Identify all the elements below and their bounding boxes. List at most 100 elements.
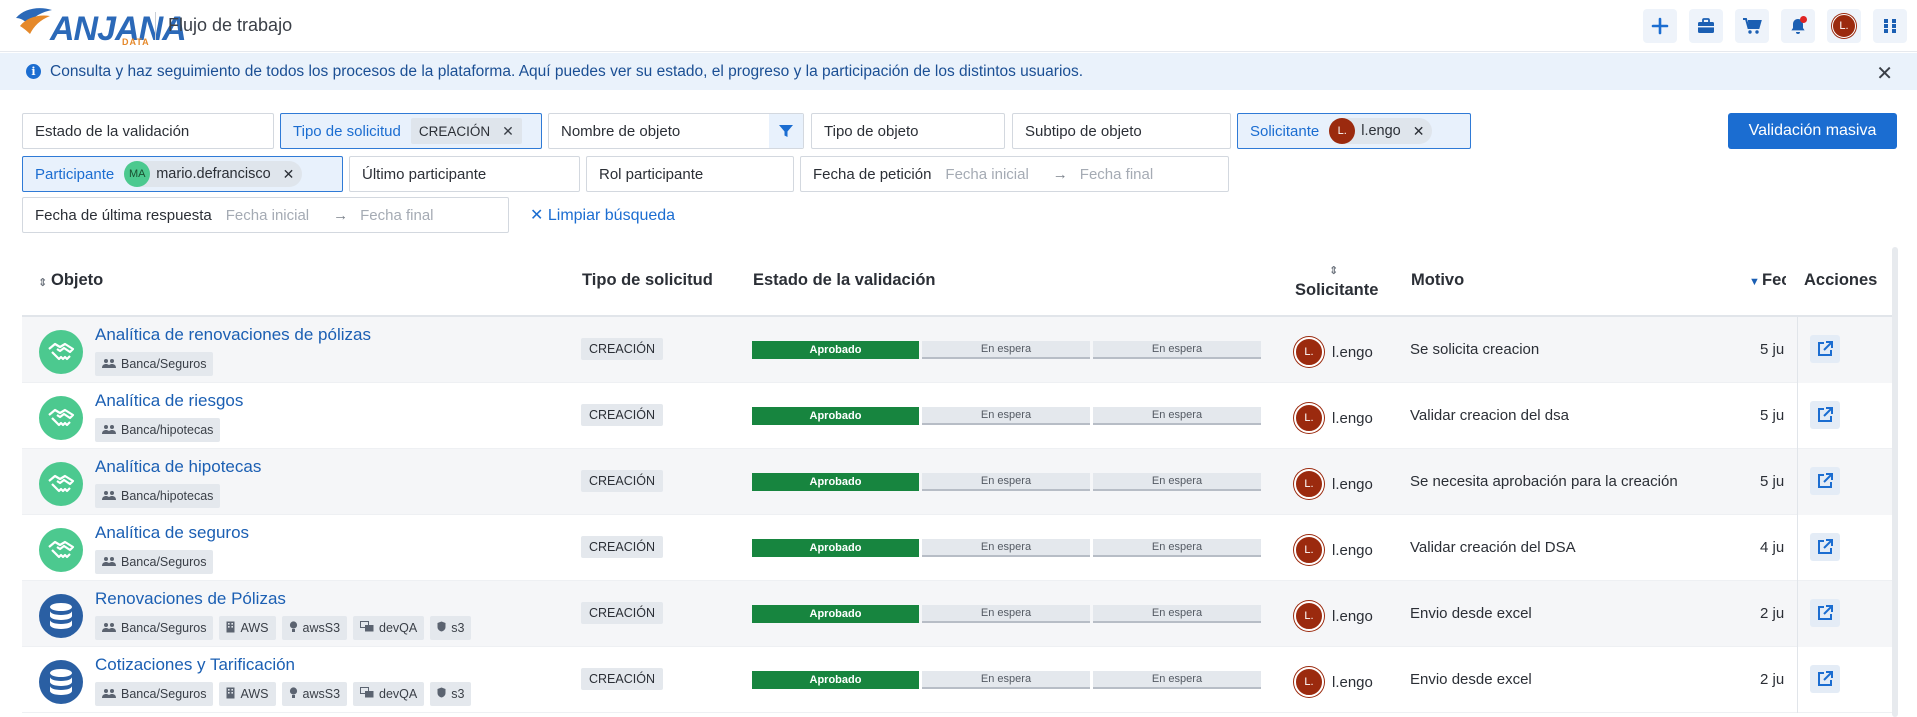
col-objeto[interactable]: Objeto: [51, 271, 103, 290]
filter-fecha-ultima[interactable]: Fecha de última respuesta Fecha inicial …: [22, 197, 509, 233]
filter-participante[interactable]: Participante MA mario.defrancisco ✕: [22, 156, 343, 192]
object-link[interactable]: Analítica de seguros: [95, 523, 249, 543]
user-avatar: L.: [1832, 14, 1856, 38]
briefcase-icon: [1698, 18, 1714, 33]
apps-button[interactable]: [1873, 9, 1907, 43]
table-row[interactable]: Cotizaciones y Tarificación Banca/Seguro…: [22, 647, 1897, 713]
database-icon: [39, 660, 83, 704]
filter-ultimo-participante[interactable]: Último participante: [349, 156, 580, 192]
sort-desc-icon[interactable]: ▼: [1749, 276, 1760, 288]
col-solicitante[interactable]: Solicitante: [1295, 281, 1378, 300]
actions-cell: [1797, 647, 1897, 713]
close-icon: ✕: [530, 207, 548, 224]
date-text: 5 jun: [1760, 473, 1784, 490]
request-type-badge: CREACIÓN: [581, 668, 663, 690]
filter-chip-user: MA mario.defrancisco ✕: [124, 161, 303, 187]
avatar: L.: [1294, 337, 1324, 367]
tag-list: Banca/Seguros AWS awsS3 devQA s3: [95, 682, 472, 706]
object-link[interactable]: Analítica de hipotecas: [95, 457, 261, 477]
status-step-pending: En espera: [922, 539, 1090, 557]
filter-rol-participante[interactable]: Rol participante: [586, 156, 794, 192]
filter-subtipo-objeto[interactable]: Subtipo de objeto: [1012, 113, 1231, 149]
object-link[interactable]: Cotizaciones y Tarificación: [95, 655, 295, 675]
date-text: 5 jun: [1760, 341, 1784, 358]
sort-icon[interactable]: ⇕: [1329, 264, 1338, 277]
sort-icon[interactable]: ⇕: [38, 276, 47, 289]
status-step-approved: Aprobado: [752, 671, 919, 689]
open-external-icon[interactable]: [1810, 467, 1840, 495]
col-motivo[interactable]: Motivo: [1411, 271, 1464, 290]
filter-tipo-objeto[interactable]: Tipo de objeto: [811, 113, 1005, 149]
col-estado[interactable]: Estado de la validación: [753, 271, 935, 290]
date-start-input[interactable]: Fecha inicial: [226, 207, 309, 224]
object-link[interactable]: Renovaciones de Pólizas: [95, 589, 286, 609]
date-end-input[interactable]: Fecha final: [1080, 166, 1153, 183]
add-button[interactable]: [1643, 9, 1677, 43]
status-step-approved: Aprobado: [752, 473, 919, 491]
wing-icon: [16, 8, 52, 34]
col-fecha[interactable]: Fec: [1762, 271, 1786, 290]
filter-estado[interactable]: Estado de la validación: [22, 113, 274, 149]
tag: Banca/Seguros: [95, 616, 214, 640]
close-icon[interactable]: ✕: [1876, 61, 1893, 86]
open-external-icon[interactable]: [1810, 335, 1840, 363]
col-tipo[interactable]: Tipo de solicitud: [582, 271, 713, 290]
funnel-icon[interactable]: [769, 114, 803, 148]
open-external-icon[interactable]: [1810, 401, 1840, 429]
tag: awsS3: [281, 616, 348, 640]
tag-icon: [360, 621, 374, 635]
object-link[interactable]: Analítica de renovaciones de pólizas: [95, 325, 371, 345]
object-link[interactable]: Analítica de riesgos: [95, 391, 243, 411]
tag: Banca/Seguros: [95, 352, 214, 376]
open-external-icon[interactable]: [1810, 533, 1840, 561]
anjana-logo[interactable]: ANJANA DATA: [14, 4, 187, 48]
filter-solicitante[interactable]: Solicitante L. l.engo ✕: [1237, 113, 1471, 149]
tag-icon: [102, 687, 116, 701]
chip-close-icon[interactable]: ✕: [502, 123, 514, 140]
top-bar: ANJANA DATA Flujo de trabajo L.: [0, 0, 1917, 52]
reason-text: Envio desde excel: [1410, 605, 1532, 622]
briefcase-button[interactable]: [1689, 9, 1723, 43]
handshake-icon: [39, 462, 83, 506]
bulk-validation-button[interactable]: Validación masiva: [1728, 113, 1897, 149]
chip-close-icon[interactable]: ✕: [283, 166, 295, 183]
date-start-input[interactable]: Fecha inicial: [945, 166, 1028, 183]
tag-icon: [102, 357, 116, 371]
open-external-icon[interactable]: [1810, 599, 1840, 627]
database-icon: [39, 594, 83, 638]
date-end-input[interactable]: Fecha final: [360, 207, 433, 224]
date-text: 2 jun: [1760, 671, 1784, 688]
table-row[interactable]: Renovaciones de Pólizas Banca/Seguros AWS…: [22, 581, 1897, 647]
tag: Banca/Seguros: [95, 682, 214, 706]
status-step-approved: Aprobado: [752, 605, 919, 623]
chip-close-icon[interactable]: ✕: [1413, 123, 1425, 140]
request-type-badge: CREACIÓN: [581, 338, 663, 360]
filter-nombre-objeto[interactable]: Nombre de objeto: [548, 113, 804, 149]
table-row[interactable]: Analítica de seguros Banca/Seguros CREAC…: [22, 515, 1897, 581]
avatar: L.: [1294, 601, 1324, 631]
tag: AWS: [219, 682, 276, 706]
user-menu-button[interactable]: L.: [1827, 9, 1861, 43]
table-body: Analítica de renovaciones de pólizas Ban…: [22, 317, 1897, 713]
info-text: Consulta y haz seguimiento de todos los …: [50, 63, 1084, 80]
filter-chip-user: L. l.engo ✕: [1329, 118, 1433, 144]
filter-tipo-solicitud[interactable]: Tipo de solicitud CREACIÓN ✕: [280, 113, 542, 149]
requester: L. l.engo: [1294, 337, 1373, 367]
table-row[interactable]: Analítica de riesgos Banca/hipotecas CRE…: [22, 383, 1897, 449]
open-external-icon[interactable]: [1810, 665, 1840, 693]
cart-button[interactable]: [1735, 9, 1769, 43]
notifications-button[interactable]: [1781, 9, 1815, 43]
col-acciones: Acciones: [1804, 271, 1878, 289]
clear-search-button[interactable]: ✕ Limpiar búsqueda: [530, 205, 675, 225]
tag-list: Banca/hipotecas: [95, 418, 221, 442]
scrollbar[interactable]: [1892, 247, 1898, 717]
tag: s3: [430, 682, 472, 706]
actions-cell: [1797, 383, 1897, 449]
avatar: L.: [1294, 469, 1324, 499]
filter-fecha-peticion[interactable]: Fecha de petición Fecha inicial → Fecha …: [800, 156, 1229, 192]
requester: L. l.engo: [1294, 469, 1373, 499]
avatar: L.: [1294, 403, 1324, 433]
table-row[interactable]: Analítica de hipotecas Banca/hipotecas C…: [22, 449, 1897, 515]
info-icon: i: [26, 64, 41, 79]
table-row[interactable]: Analítica de renovaciones de pólizas Ban…: [22, 317, 1897, 383]
